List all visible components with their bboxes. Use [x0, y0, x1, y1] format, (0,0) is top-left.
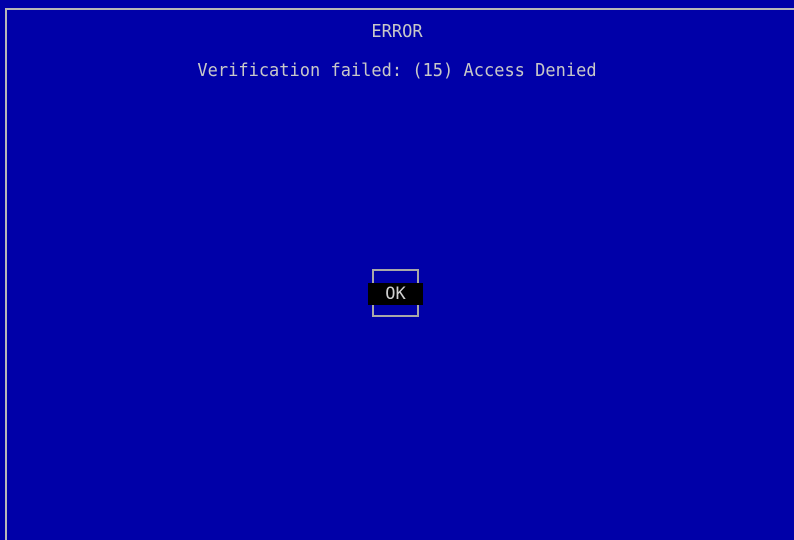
- error-screen: ERROR Verification failed: (15) Access D…: [0, 0, 794, 540]
- error-message: Verification failed: (15) Access Denied: [197, 60, 597, 82]
- dialog-title: ERROR: [371, 21, 423, 43]
- ok-button[interactable]: OK: [368, 283, 423, 305]
